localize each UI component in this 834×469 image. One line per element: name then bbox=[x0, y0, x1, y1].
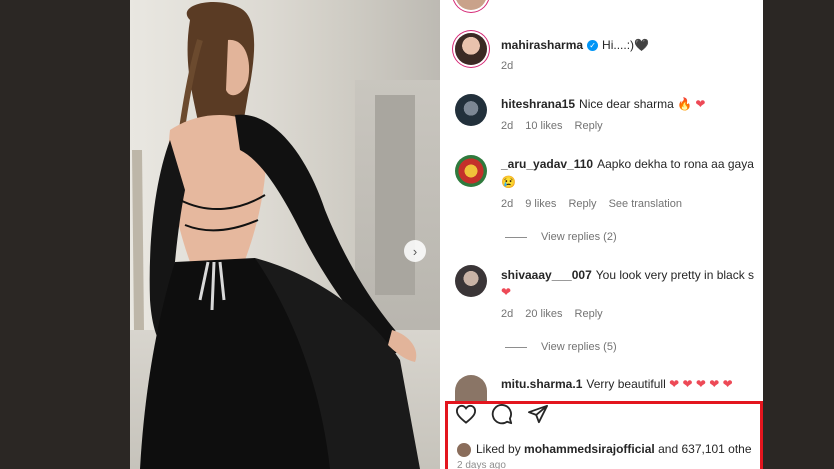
comment-body: Nice dear sharma bbox=[579, 97, 674, 111]
comment-likes[interactable]: 9 likes bbox=[525, 198, 556, 210]
comment-username[interactable]: hiteshrana15 bbox=[501, 97, 575, 111]
heart-emoji: ❤ bbox=[695, 97, 706, 111]
post-time: 2 days ago bbox=[457, 460, 506, 469]
avatar[interactable] bbox=[455, 265, 487, 297]
avatar[interactable] bbox=[455, 94, 487, 126]
view-replies-button[interactable]: View replies (5) bbox=[505, 341, 617, 353]
liked-by-label: Liked by bbox=[476, 442, 521, 456]
post-image[interactable] bbox=[130, 0, 440, 469]
comment-time: 2d bbox=[501, 120, 514, 132]
share-icon[interactable] bbox=[527, 404, 549, 424]
comment-username[interactable]: mahirasharma bbox=[501, 38, 583, 52]
reply-button[interactable]: Reply bbox=[568, 198, 596, 210]
left-backdrop bbox=[0, 0, 130, 469]
view-replies-label: View replies (5) bbox=[541, 341, 617, 353]
divider-line bbox=[505, 236, 527, 238]
comment-3: shivaaay___007 You look very pretty in bl… bbox=[501, 268, 754, 282]
comment-body: Verry beautifull bbox=[586, 377, 666, 391]
comment-username[interactable]: _aru_yadav_110 bbox=[501, 157, 593, 171]
woman-figure bbox=[132, 1, 420, 469]
right-backdrop bbox=[763, 0, 834, 469]
likes-summary[interactable]: Liked by mohammedsirajofficial and 637,1… bbox=[457, 442, 752, 457]
comment-likes[interactable]: 10 likes bbox=[525, 120, 562, 132]
verified-badge-icon: ✓ bbox=[587, 39, 599, 51]
comment-time: 2d bbox=[501, 198, 514, 210]
likes-count[interactable]: and 637,101 othe bbox=[658, 442, 751, 456]
heart-emoji: ❤ ❤ ❤ ❤ ❤ bbox=[669, 377, 733, 391]
comment-time: 2d bbox=[501, 60, 514, 72]
heart-emoji: ❤ bbox=[501, 285, 512, 299]
comment-4: mitu.sharma.1 Verry beautifull ❤ ❤ ❤ ❤ ❤ bbox=[501, 377, 733, 391]
avatar[interactable] bbox=[455, 375, 487, 401]
liker-avatar bbox=[457, 442, 471, 457]
carousel-next-button[interactable]: › bbox=[404, 240, 426, 262]
comment-icon[interactable] bbox=[491, 403, 513, 425]
comment-time: 2d bbox=[501, 308, 514, 320]
view-replies-label: View replies (2) bbox=[541, 231, 617, 243]
fire-emoji: 🔥 bbox=[677, 97, 693, 111]
comment-username[interactable]: mitu.sharma.1 bbox=[501, 377, 582, 391]
liker-username[interactable]: mohammedsirajofficial bbox=[524, 442, 655, 456]
avatar[interactable] bbox=[455, 33, 487, 65]
comment-likes[interactable]: 20 likes bbox=[525, 308, 562, 320]
reply-button[interactable]: Reply bbox=[575, 308, 603, 320]
see-translation-link[interactable]: See translation bbox=[609, 198, 682, 210]
avatar[interactable] bbox=[455, 155, 487, 187]
chevron-right-icon: › bbox=[412, 243, 418, 259]
comment-0: mahirasharma ✓ Hi....:)🖤 bbox=[501, 38, 649, 52]
comment-body: Aapko dekha to rona aa gaya bbox=[597, 157, 754, 171]
comment-meta: 2d 20 likes Reply bbox=[501, 308, 615, 320]
comment-meta: 2d 10 likes Reply bbox=[501, 120, 615, 132]
comment-meta: 2d 9 likes Reply See translation bbox=[501, 198, 694, 210]
view-replies-button[interactable]: View replies (2) bbox=[505, 231, 617, 243]
comment-meta: 2d bbox=[501, 60, 525, 72]
black-heart-emoji: 🖤 bbox=[634, 38, 649, 52]
post-actions bbox=[455, 403, 549, 425]
crying-emoji: 😢 bbox=[501, 175, 516, 189]
comment-body: You look very pretty in black s bbox=[595, 268, 755, 282]
comment-2: _aru_yadav_110 Aapko dekha to rona aa gay… bbox=[501, 157, 754, 171]
comment-username[interactable]: shivaaay___007 bbox=[501, 268, 592, 282]
divider-line bbox=[505, 346, 527, 348]
comment-body: Hi....:) bbox=[602, 38, 635, 52]
reply-button[interactable]: Reply bbox=[575, 120, 603, 132]
heart-icon[interactable] bbox=[455, 404, 477, 424]
comment-1: hiteshrana15 Nice dear sharma 🔥 ❤ bbox=[501, 97, 705, 111]
